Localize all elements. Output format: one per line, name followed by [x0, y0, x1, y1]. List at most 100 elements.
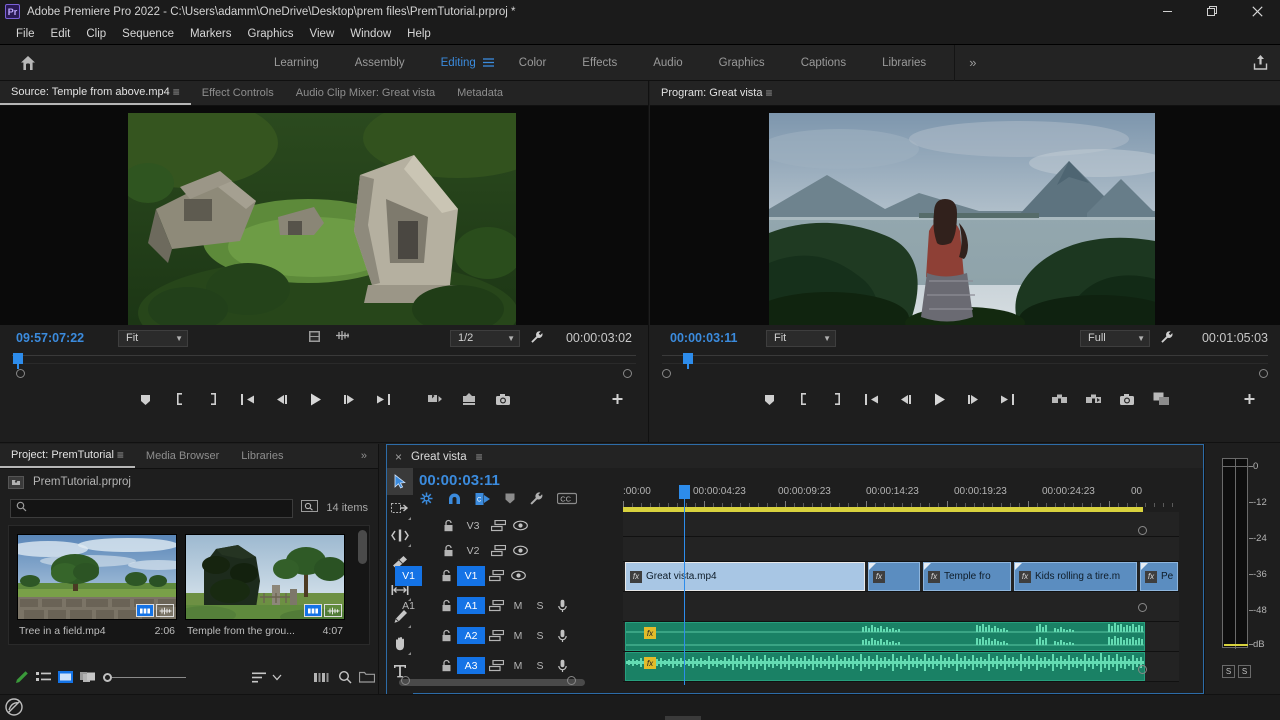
lift-icon[interactable]: [1042, 384, 1076, 414]
playhead-handle[interactable]: [679, 485, 690, 499]
timeline-clip-2[interactable]: fx: [868, 562, 920, 591]
menu-sequence[interactable]: Sequence: [114, 26, 182, 42]
microphone-icon[interactable]: [551, 656, 573, 676]
add-marker-icon[interactable]: [752, 384, 786, 414]
timeline-vscroll-bottom[interactable]: [1138, 665, 1147, 674]
lock-icon[interactable]: [437, 541, 459, 561]
selection-tool-icon[interactable]: [387, 468, 413, 495]
program-playhead[interactable]: [683, 353, 693, 369]
track-sync-lock-icon[interactable]: [485, 566, 507, 586]
source-video-stage[interactable]: [0, 106, 648, 325]
workspace-menu-icon[interactable]: [482, 45, 495, 81]
mark-in-icon[interactable]: [162, 384, 196, 414]
timeline-zoom-handle-right[interactable]: [567, 676, 576, 685]
track-name-a1[interactable]: A1: [457, 597, 485, 614]
menu-clip[interactable]: Clip: [78, 26, 114, 42]
workspace-tab-learning[interactable]: Learning: [256, 45, 337, 81]
filter-bin-icon[interactable]: [301, 499, 319, 518]
track-lane-v2[interactable]: [623, 537, 1179, 562]
zoom-slider-track[interactable]: [111, 676, 186, 678]
go-to-out-icon[interactable]: [366, 384, 400, 414]
tab-program-monitor[interactable]: Program: Great vista ≡: [650, 81, 784, 105]
meter-solo-left[interactable]: S: [1222, 665, 1235, 678]
microphone-icon[interactable]: [551, 626, 573, 646]
audio-meter-bars[interactable]: [1222, 458, 1249, 649]
close-button[interactable]: [1235, 0, 1280, 23]
meter-solo-right[interactable]: S: [1238, 665, 1251, 678]
program-fit-dropdown[interactable]: Fit ▼: [766, 329, 836, 347]
timeline-clip-kids-rolling-a-tire[interactable]: fx Kids rolling a tire.m: [1014, 562, 1137, 591]
source-patch-v1[interactable]: V1: [395, 565, 422, 586]
eye-icon[interactable]: [509, 516, 531, 536]
workspace-tab-graphics[interactable]: Graphics: [701, 45, 783, 81]
solo-button[interactable]: S: [529, 596, 551, 616]
workspace-tab-color[interactable]: Color: [501, 45, 564, 81]
export-frame-icon[interactable]: [1110, 384, 1144, 414]
timeline-vscroll-mid[interactable]: [1138, 603, 1147, 612]
wrench-icon[interactable]: [1160, 330, 1174, 347]
maximize-restore-button[interactable]: [1190, 0, 1235, 23]
tab-source-monitor[interactable]: Source: Temple from above.mp4 ≡: [0, 81, 191, 105]
sort-icon[interactable]: [248, 666, 270, 688]
project-overflow-icon[interactable]: »: [350, 444, 378, 468]
lock-icon[interactable]: [435, 566, 457, 586]
track-lane-a1[interactable]: [623, 592, 1179, 622]
timeline-vscroll-top[interactable]: [1138, 526, 1147, 535]
track-lane-v1[interactable]: fx Great vista.mp4 fx fx Temple fro fx K…: [623, 562, 1179, 592]
solo-button[interactable]: S: [529, 626, 551, 646]
workspace-tab-audio[interactable]: Audio: [635, 45, 700, 81]
linked-selection-icon[interactable]: C: [475, 492, 491, 506]
tab-metadata[interactable]: Metadata: [446, 81, 514, 105]
step-forward-icon[interactable]: [956, 384, 990, 414]
program-zoom-handle-left[interactable]: [662, 369, 671, 378]
step-back-icon[interactable]: [264, 384, 298, 414]
add-marker-icon[interactable]: [128, 384, 162, 414]
creative-cloud-icon[interactable]: [5, 698, 23, 720]
track-header-v2[interactable]: V2: [395, 538, 621, 563]
program-zoom-handle-right[interactable]: [1259, 369, 1268, 378]
mark-out-icon[interactable]: [820, 384, 854, 414]
overwrite-icon[interactable]: [452, 384, 486, 414]
find-icon[interactable]: [334, 666, 356, 688]
timeline-clip-temple[interactable]: fx Temple fro: [923, 562, 1011, 591]
lock-icon[interactable]: [435, 626, 457, 646]
source-zoom-handle-right[interactable]: [623, 369, 632, 378]
chevron-down-icon[interactable]: [270, 666, 283, 688]
tab-libraries[interactable]: Libraries: [230, 444, 294, 468]
timeline-clip-great-vista[interactable]: fx Great vista.mp4: [625, 562, 865, 591]
track-name-v3[interactable]: V3: [459, 517, 487, 534]
lock-icon[interactable]: [435, 596, 457, 616]
hamburger-icon[interactable]: ≡: [173, 85, 180, 99]
source-resolution-dropdown[interactable]: 1/2 ▼: [450, 329, 520, 347]
tab-project[interactable]: Project: PremTutorial ≡: [0, 444, 135, 468]
play-icon[interactable]: [922, 384, 956, 414]
mute-button[interactable]: M: [507, 596, 529, 616]
track-sync-lock-icon[interactable]: [485, 596, 507, 616]
panel-divider-project-timeline[interactable]: [378, 444, 379, 694]
comparison-view-icon[interactable]: [1144, 384, 1178, 414]
panel-divider-horizontal[interactable]: [0, 442, 1280, 443]
search-input[interactable]: [32, 502, 293, 514]
timeline-zoom-handle-left[interactable]: [401, 676, 410, 685]
track-header-a2[interactable]: A2 M S: [395, 623, 621, 648]
go-to-out-icon[interactable]: [990, 384, 1024, 414]
icon-view-icon[interactable]: [54, 666, 76, 688]
track-lane-a2[interactable]: fx: [623, 622, 1179, 652]
track-sync-lock-icon[interactable]: [485, 626, 507, 646]
zoom-slider-knob[interactable]: [102, 672, 112, 682]
menu-view[interactable]: View: [302, 26, 343, 42]
track-name-v2[interactable]: V2: [459, 542, 487, 559]
menu-markers[interactable]: Markers: [182, 26, 240, 42]
export-frame-icon[interactable]: [486, 384, 520, 414]
share-export-icon[interactable]: [1251, 53, 1270, 77]
program-resolution-dropdown[interactable]: Full ▼: [1080, 329, 1150, 347]
new-bin-icon[interactable]: [356, 666, 378, 688]
track-sync-lock-icon[interactable]: [485, 656, 507, 676]
program-scrub-area[interactable]: [650, 351, 1280, 381]
microphone-icon[interactable]: [551, 596, 573, 616]
track-name-v1[interactable]: V1: [457, 565, 485, 586]
timeline-playhead[interactable]: [679, 485, 690, 685]
timeline-settings-icon[interactable]: [529, 491, 544, 506]
program-current-timecode[interactable]: 00:00:03:11: [656, 331, 766, 345]
add-marker-icon[interactable]: [504, 492, 516, 505]
